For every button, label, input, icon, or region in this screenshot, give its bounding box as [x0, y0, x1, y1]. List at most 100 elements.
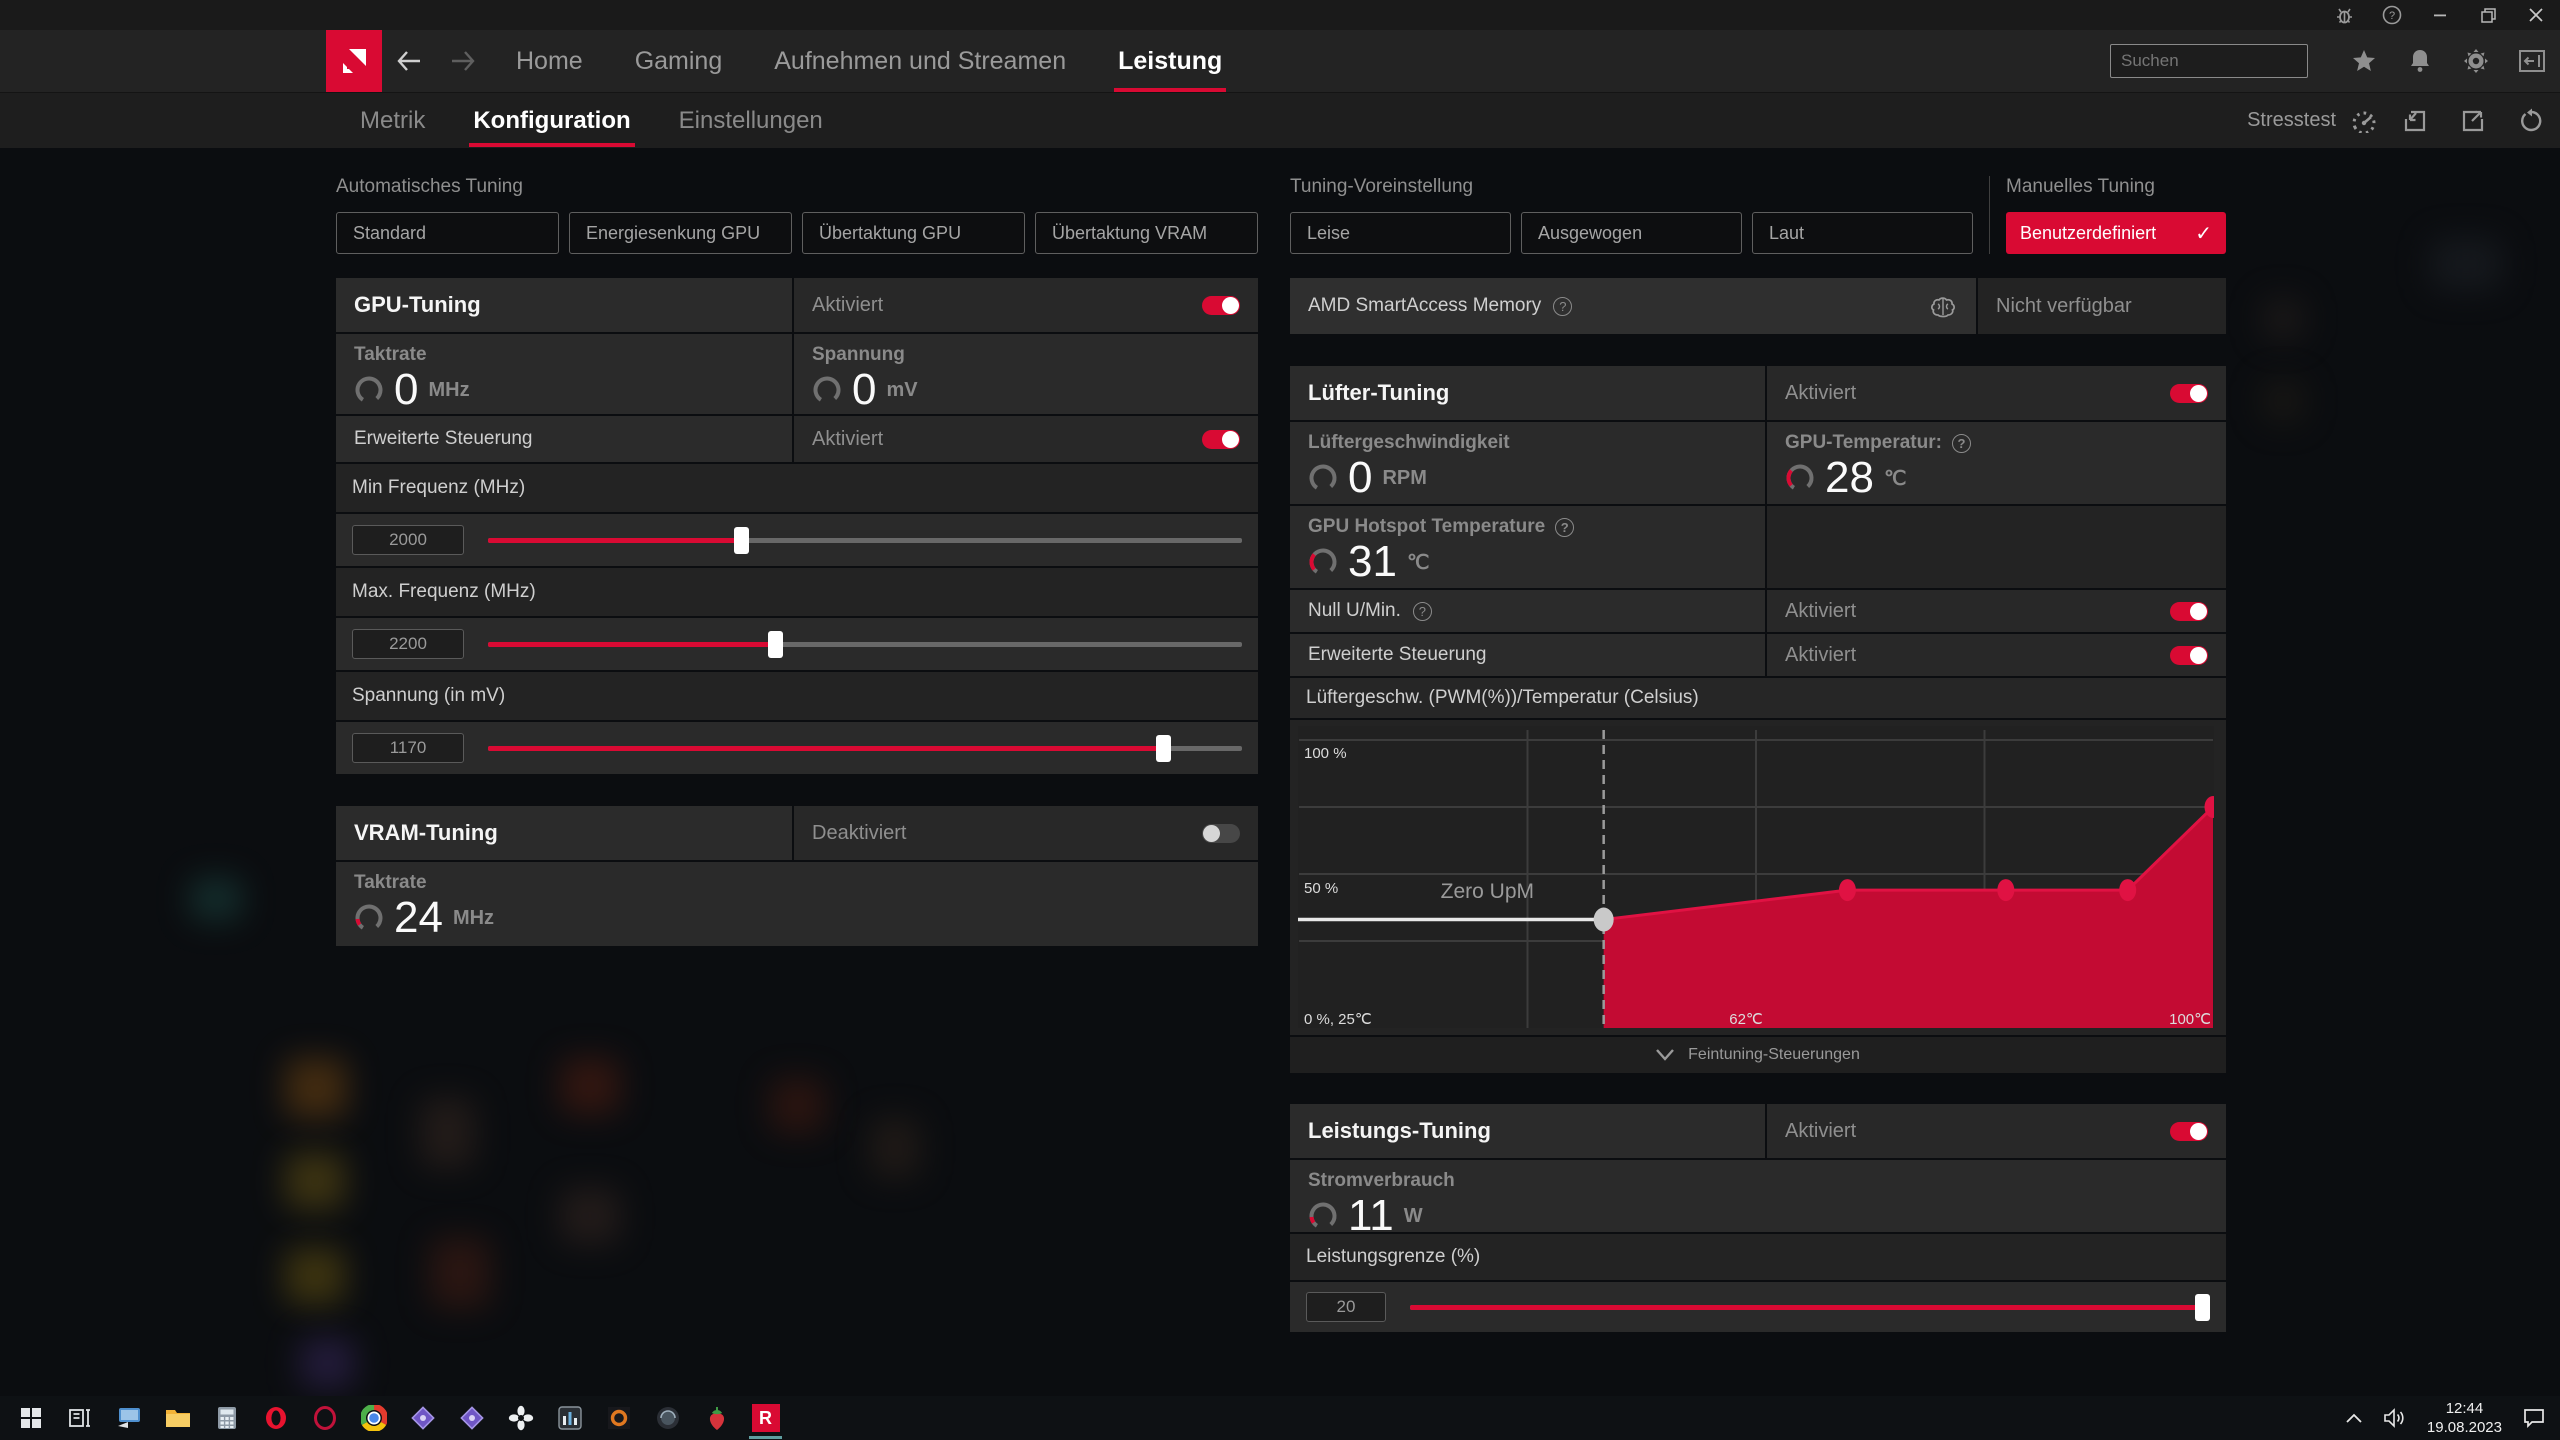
power-limit-input[interactable]: [1306, 1292, 1386, 1322]
min-freq-slider[interactable]: [488, 538, 1242, 543]
bug-report-icon[interactable]: [2320, 0, 2368, 30]
gauge-icon: [1308, 463, 1338, 493]
gpu-tuning-title: GPU-Tuning: [354, 292, 481, 318]
import-profile-button[interactable]: [2386, 93, 2444, 149]
purple-diamond-app-1[interactable]: [398, 1396, 447, 1440]
power-limit-slider-handle[interactable]: [2195, 1294, 2210, 1321]
hardware-monitor-app[interactable]: [545, 1396, 594, 1440]
content-area: Automatisches Tuning Standard Energiesen…: [0, 148, 2560, 1396]
favorites-button[interactable]: [2336, 30, 2392, 92]
preset-loud-button[interactable]: Laut: [1752, 212, 1973, 254]
max-freq-slider[interactable]: [488, 642, 1242, 647]
reset-button[interactable]: [2502, 93, 2560, 149]
preset-quiet-button[interactable]: Leise: [1290, 212, 1511, 254]
left-column: Automatisches Tuning Standard Energiesen…: [336, 176, 1258, 946]
voltage-mv-slider-handle[interactable]: [1156, 735, 1171, 762]
minimize-button[interactable]: [2416, 0, 2464, 30]
volume-icon[interactable]: [2383, 1408, 2407, 1428]
voltage-mv-input[interactable]: [352, 733, 464, 763]
opera-app[interactable]: [251, 1396, 300, 1440]
clock[interactable]: 12:44 19.08.2023: [2427, 1399, 2502, 1438]
min-freq-label: Min Frequenz (MHz): [352, 477, 525, 499]
remote-desktop-app[interactable]: [104, 1396, 153, 1440]
export-profile-button[interactable]: [2444, 93, 2502, 149]
auto-tuning-label: Automatisches Tuning: [336, 176, 1258, 198]
fan-curve-chart[interactable]: 100 %50 %0 %, 25℃62℃100℃Zero UpM: [1290, 720, 2226, 1035]
svg-text:50 %: 50 %: [1304, 880, 1338, 897]
svg-text:100 %: 100 %: [1304, 745, 1347, 762]
restore-button[interactable]: [2464, 0, 2512, 30]
gauge-icon: [354, 903, 384, 933]
fan-tuning-toggle[interactable]: [2170, 384, 2208, 403]
help-icon[interactable]: ?: [2368, 0, 2416, 30]
amd-logo[interactable]: [326, 30, 382, 92]
render-sphere-app[interactable]: [643, 1396, 692, 1440]
amd-adrenalin-app[interactable]: R: [741, 1396, 790, 1440]
background-blob: [285, 1248, 345, 1304]
task-view-button[interactable]: [55, 1396, 104, 1440]
gpu-temp-unit: ℃: [1884, 466, 1906, 491]
collapse-panel-button[interactable]: [2504, 30, 2560, 92]
power-limit-slider[interactable]: [1410, 1305, 2210, 1310]
vram-tuning-toggle[interactable]: [1202, 824, 1240, 843]
settings-button[interactable]: [2448, 30, 2504, 92]
smart-access-panel: AMD SmartAccess Memory ? Nicht verfügbar: [1290, 278, 2226, 334]
close-button[interactable]: [2512, 0, 2560, 30]
gpu-temp-help-icon[interactable]: ?: [1952, 434, 1971, 453]
stresstest-button[interactable]: Stresstest: [2239, 93, 2386, 149]
windows-start-button[interactable]: [6, 1396, 55, 1440]
strawberry-icon: [705, 1405, 729, 1431]
tab-einstellungen[interactable]: Einstellungen: [679, 93, 823, 149]
preset-balanced-button[interactable]: Ausgewogen: [1521, 212, 1742, 254]
search-input[interactable]: [2121, 51, 2342, 71]
tab-konfiguration[interactable]: Konfiguration: [473, 93, 630, 149]
furmark-app[interactable]: [594, 1396, 643, 1440]
min-freq-slider-handle[interactable]: [734, 527, 749, 554]
vram-tuning-panel: VRAM-Tuning Deaktiviert Taktrate 24 MHz: [336, 806, 1258, 946]
fan-advanced-toggle[interactable]: [2170, 646, 2208, 665]
chrome-app[interactable]: [349, 1396, 398, 1440]
power-limit-slider-row: [1290, 1282, 2226, 1332]
fan-control-app[interactable]: [496, 1396, 545, 1440]
gpu-temp-label: GPU-Temperatur:: [1785, 432, 1942, 454]
file-explorer-app[interactable]: [153, 1396, 202, 1440]
power-tuning-toggle[interactable]: [2170, 1122, 2208, 1141]
nav-home[interactable]: Home: [516, 30, 583, 92]
auto-tuning-undervolt-button[interactable]: Energiesenkung GPU: [569, 212, 792, 254]
system-tray: 12:44 19.08.2023: [2345, 1399, 2560, 1438]
max-freq-label: Max. Frequenz (MHz): [352, 581, 536, 603]
svg-text:100℃: 100℃: [2169, 1011, 2211, 1028]
opera-ring-app[interactable]: [300, 1396, 349, 1440]
search-box[interactable]: [2110, 44, 2308, 78]
nav-gaming[interactable]: Gaming: [635, 30, 723, 92]
zero-rpm-toggle[interactable]: [2170, 602, 2208, 621]
fine-tuning-expander[interactable]: Feintuning-Steuerungen: [1290, 1037, 2226, 1073]
min-freq-input[interactable]: [352, 525, 464, 555]
auto-tuning-oc-gpu-button[interactable]: Übertaktung GPU: [802, 212, 1025, 254]
voltage-mv-label: Spannung (in mV): [352, 685, 505, 707]
background-blob: [560, 1188, 620, 1244]
back-button[interactable]: [382, 30, 436, 92]
max-freq-slider-handle[interactable]: [768, 631, 783, 658]
notifications-button[interactable]: [2392, 30, 2448, 92]
max-freq-input[interactable]: [352, 629, 464, 659]
auto-tuning-standard-button[interactable]: Standard: [336, 212, 559, 254]
forward-button[interactable]: [436, 30, 490, 92]
tray-chevron-up-icon[interactable]: [2345, 1412, 2363, 1424]
zero-rpm-help-icon[interactable]: ?: [1413, 602, 1432, 621]
hotspot-help-icon[interactable]: ?: [1555, 518, 1574, 537]
tab-metrik[interactable]: Metrik: [360, 93, 425, 149]
gpu-advanced-toggle[interactable]: [1202, 430, 1240, 449]
gpu-tuning-toggle[interactable]: [1202, 296, 1240, 315]
manual-custom-button[interactable]: Benutzerdefiniert ✓: [2006, 212, 2226, 254]
action-center-icon[interactable]: [2522, 1407, 2546, 1429]
purple-diamond-app-2[interactable]: [447, 1396, 496, 1440]
calculator-app[interactable]: [202, 1396, 251, 1440]
nav-performance[interactable]: Leistung: [1118, 30, 1222, 92]
nav-record-stream[interactable]: Aufnehmen und Streamen: [774, 30, 1066, 92]
strawberry-app[interactable]: [692, 1396, 741, 1440]
sam-help-icon[interactable]: ?: [1553, 297, 1572, 316]
voltage-mv-slider[interactable]: [488, 746, 1242, 751]
monitor-icon: [116, 1406, 142, 1430]
auto-tuning-oc-vram-button[interactable]: Übertaktung VRAM: [1035, 212, 1258, 254]
